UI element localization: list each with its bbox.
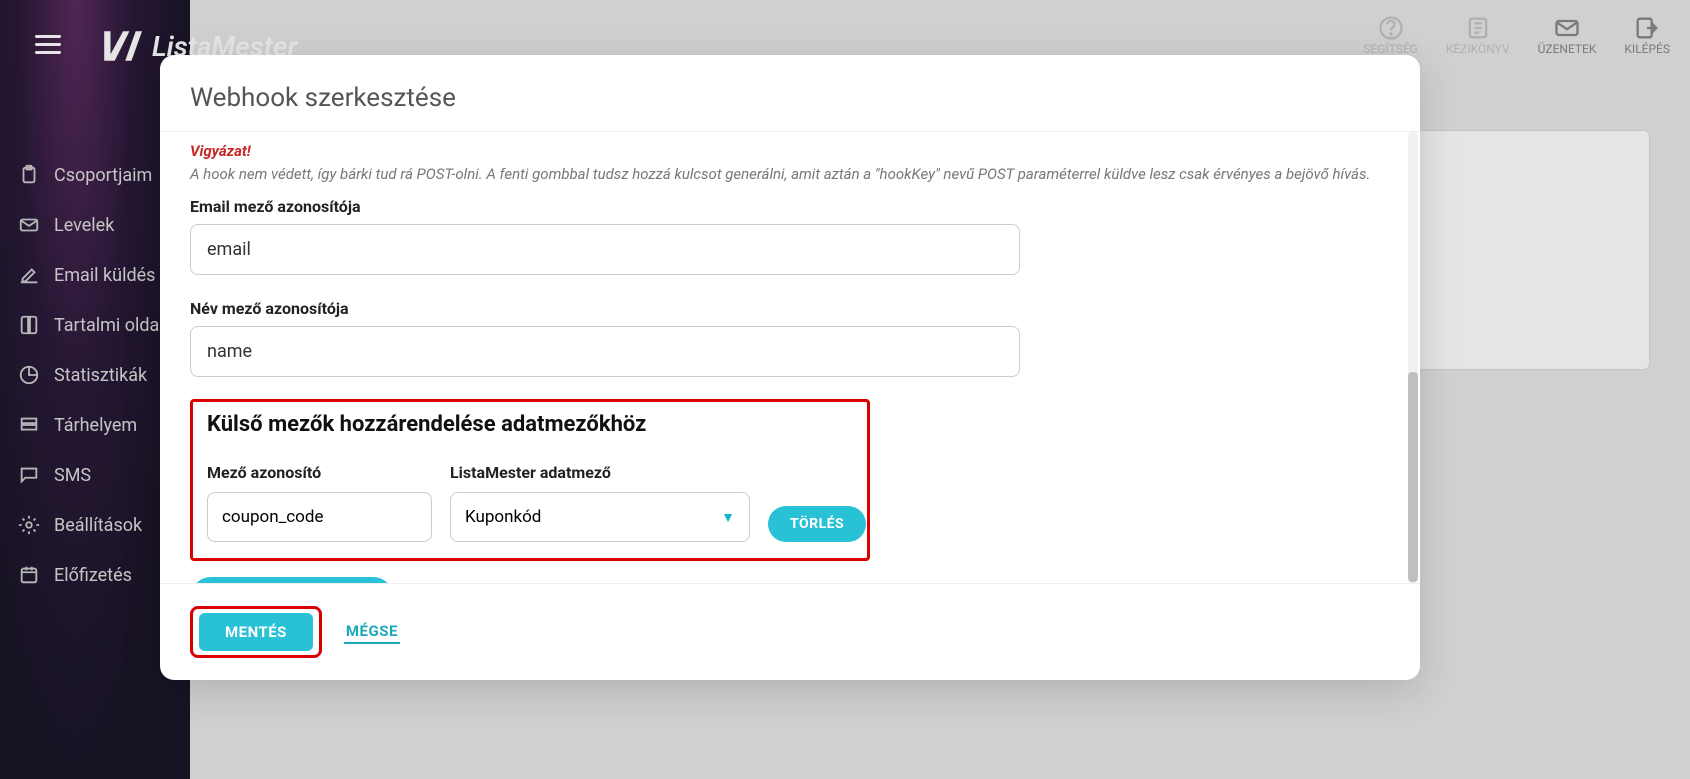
name-field-input[interactable] [190, 326, 1020, 377]
email-field-label: Email mező azonosítója [190, 197, 1390, 216]
modal-body[interactable]: Vigyázat! A hook nem védett, így bárki t… [160, 131, 1420, 584]
mapping-lm-field-value: Kuponkód [465, 507, 541, 527]
chevron-down-icon: ▼ [721, 509, 735, 526]
email-field-input[interactable] [190, 224, 1020, 275]
mapping-col-field-id-label: Mező azonosító [207, 463, 432, 482]
scrollbar-thumb[interactable] [1408, 372, 1418, 582]
save-highlight-box: MENTÉS [190, 606, 322, 658]
modal-footer: MENTÉS MÉGSE [160, 584, 1420, 680]
warning-title: Vigyázat! [190, 142, 1390, 160]
name-field-label: Név mező azonosítója [190, 299, 1390, 318]
mapping-col-lm-field-label: ListaMester adatmező [450, 463, 750, 482]
mapping-delete-button[interactable]: TÖRLÉS [768, 506, 866, 542]
mapping-field-id-input[interactable] [207, 492, 432, 542]
modal-title: Webhook szerkesztése [160, 55, 1420, 131]
mapping-heading: Külső mezők hozzárendelése adatmezőkhöz [207, 412, 853, 437]
cancel-button[interactable]: MÉGSE [344, 620, 400, 644]
mapping-lm-field-select[interactable]: Kuponkód ▼ [450, 492, 750, 542]
mapping-row: Mező azonosító ListaMester adatmező Kupo… [207, 455, 853, 542]
mapping-add-button[interactable]: ÚJ HOZZÁRENDELÉS [190, 577, 394, 584]
field-mapping-section: Külső mezők hozzárendelése adatmezőkhöz … [190, 399, 870, 561]
warning-text: A hook nem védett, így bárki tud rá POST… [190, 164, 1390, 185]
save-button[interactable]: MENTÉS [199, 613, 313, 651]
webhook-edit-modal: Webhook szerkesztése Vigyázat! A hook ne… [160, 55, 1420, 680]
